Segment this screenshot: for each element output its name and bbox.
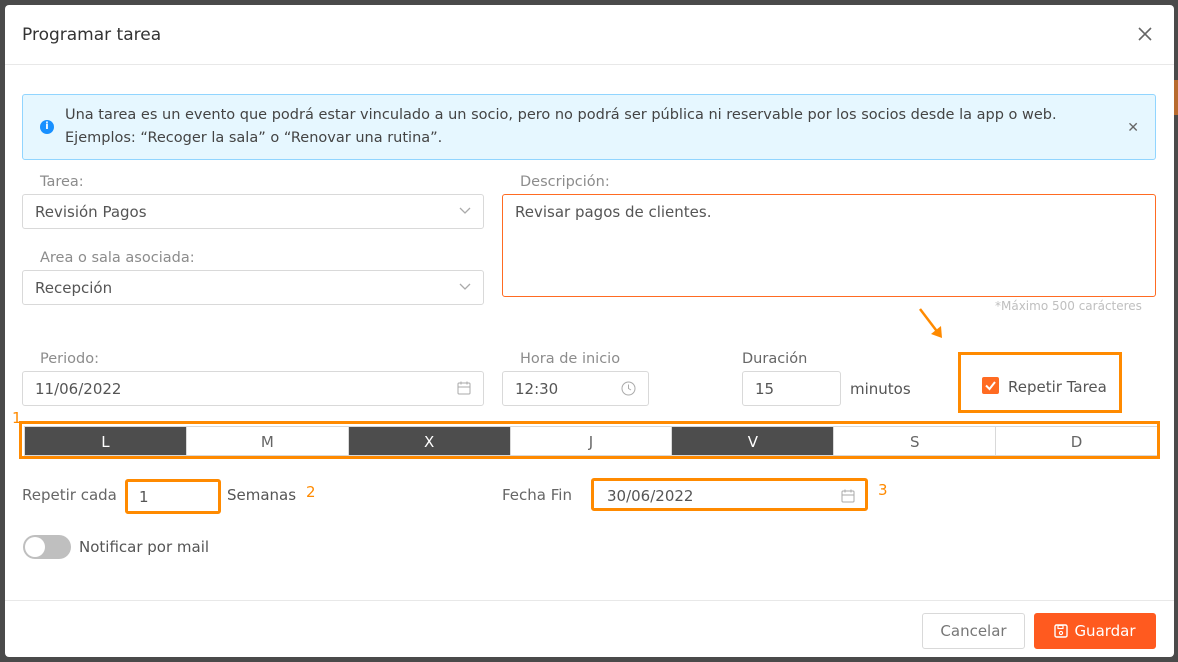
chevron-down-icon <box>459 283 471 290</box>
fecha-fin-input[interactable]: 30/06/2022 <box>591 478 868 511</box>
duracion-unit: minutos <box>850 380 911 398</box>
clock-icon <box>621 381 636 396</box>
fecha-fin-label: Fecha Fin <box>502 486 572 504</box>
save-button[interactable]: Guardar <box>1034 613 1156 649</box>
hora-label: Hora de inicio <box>520 351 621 367</box>
descripcion-hint: *Máximo 500 carácteres <box>995 299 1142 313</box>
modal-header: Programar tarea <box>5 5 1174 65</box>
repetir-cada-input[interactable]: 1 <box>125 479 221 514</box>
area-value: Recepción <box>35 279 113 297</box>
info-line-2: Ejemplos: “Recoger la sala” o “Renovar u… <box>65 130 443 146</box>
modal-footer: Cancelar Guardar <box>5 600 1174 657</box>
annotation-number-2: 2 <box>306 483 316 501</box>
toggle-knob <box>25 537 45 557</box>
alert-close-icon[interactable]: ✕ <box>1127 120 1139 136</box>
periodo-value: 11/06/2022 <box>35 380 122 398</box>
save-button-label: Guardar <box>1074 622 1136 640</box>
descripcion-label: Descripción: <box>520 174 610 190</box>
duracion-input[interactable]: 15 <box>742 371 841 406</box>
tarea-select[interactable]: Revisión Pagos <box>22 194 484 229</box>
descripcion-textarea[interactable]: Revisar pagos de clientes. <box>502 194 1156 297</box>
modal-title: Programar tarea <box>22 25 162 45</box>
backdrop-accent <box>1174 80 1178 115</box>
repetir-cada-label: Repetir cada <box>22 486 117 504</box>
area-label: Area o sala asociada: <box>40 250 195 266</box>
area-select[interactable]: Recepción <box>22 270 484 305</box>
calendar-icon <box>841 489 855 503</box>
info-text: Una tarea es un evento que podrá estar v… <box>65 104 1115 150</box>
periodo-input[interactable]: 11/06/2022 <box>22 371 484 406</box>
info-alert: i Una tarea es un evento que podrá estar… <box>22 94 1156 160</box>
close-icon[interactable] <box>1136 25 1154 43</box>
notificar-toggle[interactable] <box>23 535 71 559</box>
save-icon <box>1054 624 1069 638</box>
annotation-arrow-icon <box>919 308 942 338</box>
hora-input[interactable]: 12:30 <box>502 371 649 406</box>
calendar-icon <box>457 381 471 395</box>
schedule-task-modal: Programar tarea i Una tarea es un evento… <box>5 5 1174 657</box>
periodo-label: Periodo: <box>40 351 99 367</box>
chevron-down-icon <box>459 207 471 214</box>
info-icon: i <box>40 120 54 134</box>
info-line-1: Una tarea es un evento que podrá estar v… <box>65 107 1057 123</box>
duracion-value: 15 <box>755 380 775 398</box>
tarea-label: Tarea: <box>40 174 84 190</box>
hora-value: 12:30 <box>515 380 559 398</box>
duracion-label: Duración <box>742 351 808 367</box>
repetir-cada-unit: Semanas <box>227 486 297 504</box>
cancel-button[interactable]: Cancelar <box>922 613 1025 649</box>
notificar-label: Notificar por mail <box>79 538 210 556</box>
annotation-number-3: 3 <box>878 481 888 499</box>
annotation-box-repetir <box>958 352 1122 413</box>
descripcion-value: Revisar pagos de clientes. <box>515 203 712 221</box>
repetir-cada-value: 1 <box>139 488 149 506</box>
tarea-value: Revisión Pagos <box>35 203 147 221</box>
fecha-fin-value: 30/06/2022 <box>607 487 694 505</box>
annotation-box-days <box>19 421 1160 459</box>
